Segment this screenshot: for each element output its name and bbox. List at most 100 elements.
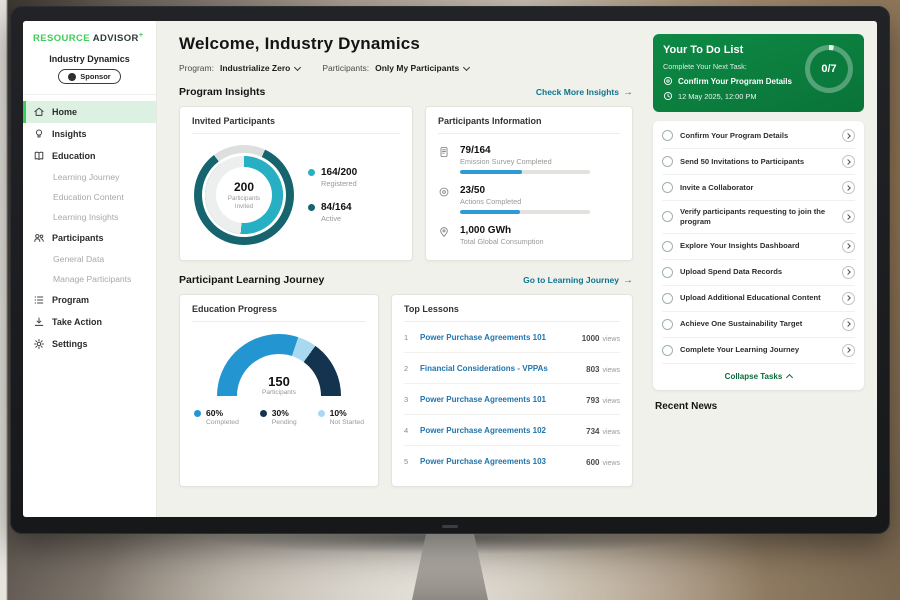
todo-task-row[interactable]: Verify participants requesting to join t… bbox=[662, 201, 855, 234]
recent-news-title: Recent News bbox=[655, 401, 864, 412]
sidebar-item-learning-insights[interactable]: Learning Insights bbox=[23, 207, 156, 227]
task-checkbox[interactable] bbox=[662, 319, 673, 330]
active-legend-dot bbox=[308, 204, 315, 211]
pending-value: 30% bbox=[272, 408, 297, 418]
stat-value: 1,000 GWh bbox=[460, 225, 544, 236]
program-select-value: Industrialize Zero bbox=[220, 63, 290, 73]
sidebar-item-education[interactable]: Education bbox=[23, 145, 156, 167]
lesson-link[interactable]: Financial Considerations - VPPAs bbox=[420, 364, 578, 373]
task-label: Explore Your Insights Dashboard bbox=[680, 241, 835, 251]
chevron-right-icon bbox=[845, 159, 851, 165]
power-led bbox=[442, 525, 458, 528]
todo-task-row[interactable]: Confirm Your Program Details bbox=[662, 123, 855, 149]
todo-task-row[interactable]: Upload Spend Data Records bbox=[662, 260, 855, 286]
collapse-tasks-link[interactable]: Collapse Tasks bbox=[662, 364, 855, 390]
sidebar-item-take-action[interactable]: Take Action bbox=[23, 311, 156, 333]
task-open-button[interactable] bbox=[842, 292, 855, 305]
task-checkbox[interactable] bbox=[662, 241, 673, 252]
sidebar-item-insights[interactable]: Insights bbox=[23, 123, 156, 145]
sidebar: RESOURCE ADVISOR+ Industry Dynamics Spon… bbox=[23, 21, 157, 517]
lesson-link[interactable]: Power Purchase Agreements 103 bbox=[420, 457, 578, 466]
sidebar-item-manage-participants[interactable]: Manage Participants bbox=[23, 269, 156, 289]
lesson-rank: 1 bbox=[404, 333, 412, 342]
task-open-button[interactable] bbox=[842, 155, 855, 168]
todo-task-row[interactable]: Send 50 Invitations to Participants bbox=[662, 149, 855, 175]
progress-fill bbox=[460, 170, 522, 174]
completed-value: 60% bbox=[206, 408, 239, 418]
task-checkbox[interactable] bbox=[662, 130, 673, 141]
task-checkbox[interactable] bbox=[662, 293, 673, 304]
todo-task-row[interactable]: Invite a Collaborator bbox=[662, 175, 855, 201]
task-checkbox[interactable] bbox=[662, 182, 673, 193]
sidebar-item-general-data[interactable]: General Data bbox=[23, 249, 156, 269]
sidebar-item-education-content[interactable]: Education Content bbox=[23, 187, 156, 207]
todo-task-row[interactable]: Upload Additional Educational Content bbox=[662, 286, 855, 312]
task-label: Verify participants requesting to join t… bbox=[680, 207, 835, 227]
chevron-down-icon bbox=[463, 63, 470, 70]
sidebar-item-program[interactable]: Program bbox=[23, 289, 156, 311]
brand-advisor: ADVISOR+ bbox=[93, 33, 144, 44]
sidebar-item-learning-journey[interactable]: Learning Journey bbox=[23, 167, 156, 187]
task-checkbox[interactable] bbox=[662, 345, 673, 356]
chevron-right-icon bbox=[845, 243, 851, 249]
todo-next-task[interactable]: Confirm Your Program Details bbox=[663, 76, 803, 86]
program-select[interactable]: Industrialize Zero bbox=[220, 63, 300, 73]
main-content: Welcome, Industry Dynamics Program: Indu… bbox=[157, 21, 647, 517]
chevron-right-icon bbox=[845, 347, 851, 353]
stat-label: Actions Completed bbox=[460, 197, 590, 206]
lesson-row: 2 Financial Considerations - VPPAs 803vi… bbox=[404, 353, 620, 384]
not-started-legend-dot bbox=[318, 410, 325, 417]
todo-progress-ring: 0/7 bbox=[805, 45, 853, 93]
sidebar-item-label: Settings bbox=[52, 339, 88, 349]
sidebar-item-settings[interactable]: Settings bbox=[23, 333, 156, 355]
education-progress-card: Education Progress 150 Participants bbox=[179, 294, 379, 487]
target-icon bbox=[663, 76, 673, 86]
task-checkbox[interactable] bbox=[662, 267, 673, 278]
gauge-center-label: Participants bbox=[217, 389, 341, 396]
sidebar-item-label: General Data bbox=[53, 254, 104, 264]
chevron-right-icon bbox=[845, 133, 851, 139]
task-label: Achieve One Sustainability Target bbox=[680, 319, 835, 329]
sidebar-item-participants[interactable]: Participants bbox=[23, 227, 156, 249]
sidebar-item-label: Learning Insights bbox=[53, 212, 118, 222]
home-icon bbox=[33, 106, 45, 118]
task-open-button[interactable] bbox=[842, 181, 855, 194]
task-open-button[interactable] bbox=[842, 129, 855, 142]
task-open-button[interactable] bbox=[842, 240, 855, 253]
lesson-link[interactable]: Power Purchase Agreements 102 bbox=[420, 426, 578, 435]
arrow-right-icon: → bbox=[623, 275, 633, 286]
participants-select[interactable]: Only My Participants bbox=[375, 63, 469, 73]
todo-progress-value: 0/7 bbox=[810, 50, 848, 88]
task-open-button[interactable] bbox=[842, 266, 855, 279]
go-to-learning-journey-link[interactable]: Go to Learning Journey→ bbox=[523, 275, 633, 286]
pending-legend-dot bbox=[260, 410, 267, 417]
lesson-views-unit: views bbox=[602, 367, 620, 374]
survey-icon bbox=[438, 145, 452, 174]
sidebar-item-home[interactable]: Home bbox=[23, 101, 156, 123]
todo-task-list: Confirm Your Program Details Send 50 Inv… bbox=[653, 121, 864, 390]
check-more-insights-link[interactable]: Check More Insights→ bbox=[536, 87, 633, 98]
account-section: Industry Dynamics Sponsor bbox=[23, 52, 156, 95]
gauge-center-value: 150 bbox=[217, 375, 341, 388]
registered-value: 164/200 bbox=[321, 167, 357, 178]
program-insights-title: Program Insights bbox=[179, 86, 265, 98]
todo-task-row[interactable]: Achieve One Sustainability Target bbox=[662, 312, 855, 338]
lesson-row: 3 Power Purchase Agreements 101 793views bbox=[404, 384, 620, 415]
clock-icon bbox=[663, 91, 673, 101]
page-title: Welcome, Industry Dynamics bbox=[179, 34, 633, 54]
sponsor-badge[interactable]: Sponsor bbox=[58, 69, 120, 84]
task-open-button[interactable] bbox=[842, 318, 855, 331]
participants-select-value: Only My Participants bbox=[375, 63, 459, 73]
sidebar-item-label: Program bbox=[52, 295, 89, 305]
task-open-button[interactable] bbox=[842, 344, 855, 357]
book-icon bbox=[33, 150, 45, 162]
sidebar-item-label: Insights bbox=[52, 129, 87, 139]
task-checkbox[interactable] bbox=[662, 156, 673, 167]
lesson-views-unit: views bbox=[602, 460, 620, 467]
task-open-button[interactable] bbox=[842, 210, 855, 223]
todo-task-row[interactable]: Explore Your Insights Dashboard bbox=[662, 234, 855, 260]
task-checkbox[interactable] bbox=[662, 211, 673, 222]
lesson-link[interactable]: Power Purchase Agreements 101 bbox=[420, 333, 574, 342]
todo-task-row[interactable]: Complete Your Learning Journey bbox=[662, 338, 855, 364]
lesson-link[interactable]: Power Purchase Agreements 101 bbox=[420, 395, 578, 404]
